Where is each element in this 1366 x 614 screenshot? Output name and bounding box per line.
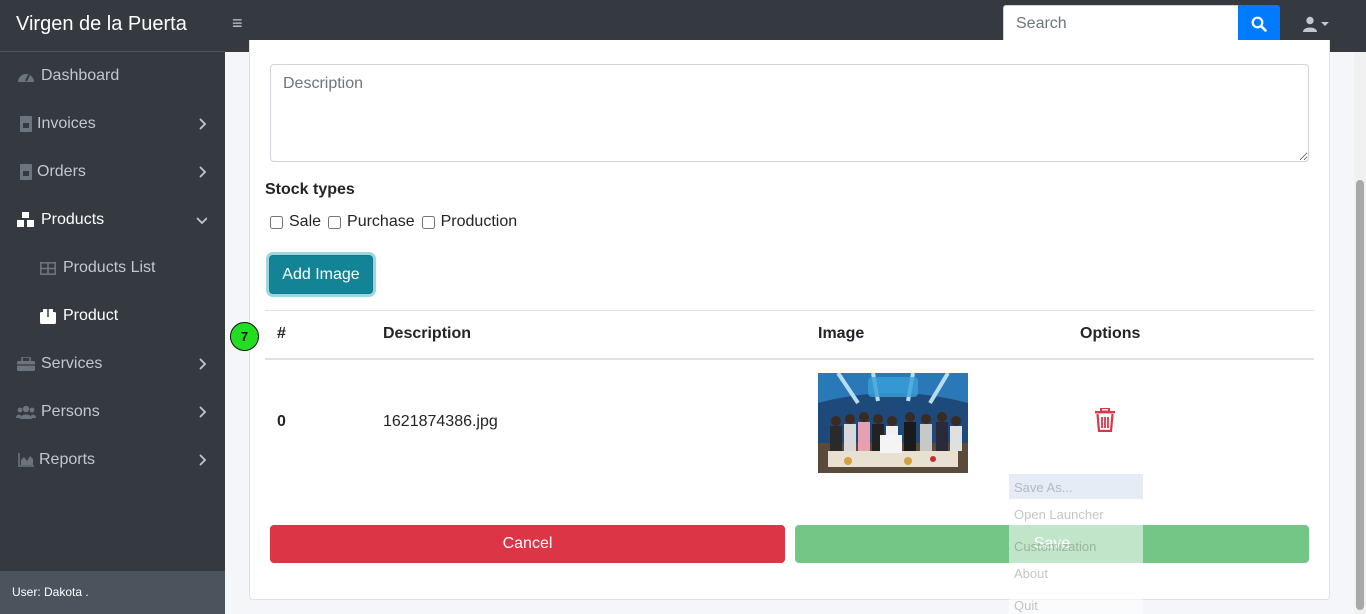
file-icon — [15, 163, 37, 181]
sidebar-item-reports[interactable]: Reports — [0, 436, 225, 484]
production-checkbox[interactable] — [421, 215, 435, 229]
sidebar-item-invoices[interactable]: Invoices — [0, 100, 225, 148]
page-scrollbar[interactable] — [1354, 52, 1366, 614]
checkbox-sale[interactable]: Sale — [270, 213, 321, 231]
cubes-icon — [15, 211, 37, 229]
ghost-context-menu: Save As... Open Launcher Customization A… — [1009, 474, 1143, 614]
sidebar-item-products-list[interactable]: Products List — [0, 244, 225, 292]
toolbox-icon — [15, 355, 37, 373]
step-badge: 7 — [230, 322, 259, 351]
ghost-menu-item: Customization — [1014, 539, 1097, 554]
column-header-image: Image — [818, 325, 865, 342]
chevron-left-icon — [199, 118, 207, 130]
search-form — [1003, 5, 1280, 43]
table-header-divider — [265, 358, 1314, 360]
sidebar-item-services[interactable]: Services — [0, 340, 225, 388]
delete-button[interactable] — [1094, 407, 1116, 433]
sidebar-item-products[interactable]: Products — [0, 196, 225, 244]
product-image-thumbnail — [818, 373, 968, 473]
row-index: 0 — [277, 413, 286, 430]
search-input[interactable] — [1003, 5, 1239, 43]
sidebar-item-label: Products — [41, 211, 105, 228]
table-icon — [37, 259, 59, 277]
add-image-button[interactable]: Add Image — [269, 255, 373, 294]
sidebar-item-label: Invoices — [37, 115, 96, 132]
column-header-options: Options — [1080, 325, 1141, 342]
sidebar-item-orders[interactable]: Orders — [0, 148, 225, 196]
sidebar-item-label: Reports — [39, 451, 96, 468]
sidebar-item-product[interactable]: Product — [0, 292, 225, 340]
checkbox-purchase[interactable]: Purchase — [328, 213, 415, 231]
chart-area-icon — [15, 451, 37, 469]
sidebar-item-label: Products List — [63, 259, 156, 276]
search-button[interactable] — [1238, 5, 1280, 43]
menu-toggle-icon[interactable]: ≡ — [232, 14, 250, 32]
user-icon — [1303, 16, 1317, 32]
sidebar-item-persons[interactable]: Persons — [0, 388, 225, 436]
sidebar-item-dashboard[interactable]: Dashboard — [0, 52, 225, 100]
cancel-button[interactable]: Cancel — [270, 525, 785, 563]
ghost-menu-item: Open Launcher — [1014, 507, 1104, 522]
chevron-down-icon — [196, 217, 207, 225]
stock-types-group: Sale Purchase Production — [270, 212, 524, 232]
purchase-checkbox[interactable] — [328, 215, 342, 229]
checkbox-label: Sale — [289, 213, 322, 230]
user-menu[interactable] — [1302, 14, 1332, 34]
ghost-menu-item: Save As... — [1014, 480, 1073, 495]
ghost-menu-item: About — [1014, 566, 1048, 581]
chevron-left-icon — [199, 406, 207, 418]
row-description: 1621874386.jpg — [383, 413, 498, 430]
sidebar-item-label: Product — [63, 307, 119, 324]
users-icon — [15, 403, 37, 421]
caret-down-icon — [1321, 22, 1329, 26]
stock-types-label: Stock types — [265, 181, 355, 198]
column-header-index: # — [277, 325, 286, 342]
sale-checkbox[interactable] — [270, 215, 283, 229]
chevron-left-icon — [199, 358, 207, 370]
box-icon — [37, 307, 59, 325]
search-icon — [1251, 16, 1267, 32]
column-header-description: Description — [383, 325, 472, 342]
description-textarea[interactable] — [270, 64, 1309, 162]
sidebar: Dashboard Invoices Orders Products Produ… — [0, 52, 225, 614]
chevron-left-icon — [199, 166, 207, 178]
dashboard-icon — [15, 67, 37, 85]
sidebar-user-footer: User: Dakota . — [0, 571, 225, 614]
sidebar-item-label: Dashboard — [41, 67, 120, 84]
trash-icon — [1095, 407, 1115, 433]
chevron-left-icon — [199, 454, 207, 466]
sidebar-item-label: Orders — [37, 163, 86, 180]
brand-title[interactable]: Virgen de la Puerta — [0, 0, 225, 52]
ghost-menu-item: Quit — [1014, 598, 1038, 613]
checkbox-label: Production — [440, 213, 518, 230]
sidebar-item-label: Persons — [41, 403, 100, 420]
checkbox-label: Purchase — [347, 213, 415, 230]
scrollbar-thumb[interactable] — [1356, 180, 1364, 610]
file-invoice-icon — [15, 115, 37, 133]
table-top-border — [265, 310, 1314, 311]
sidebar-item-label: Services — [41, 355, 103, 372]
checkbox-production[interactable]: Production — [421, 213, 518, 231]
